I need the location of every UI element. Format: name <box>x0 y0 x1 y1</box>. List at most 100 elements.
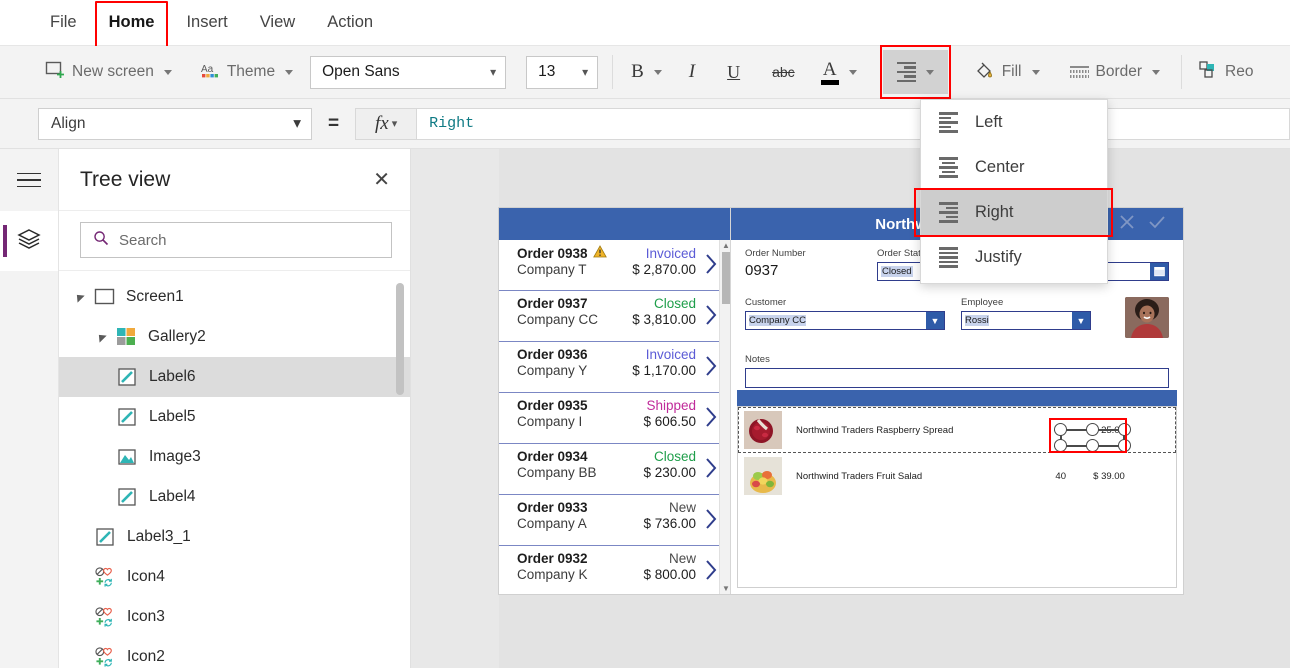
calendar-icon[interactable] <box>1150 263 1168 280</box>
resize-handle[interactable] <box>1054 423 1067 436</box>
chevron-right-icon[interactable] <box>705 457 718 479</box>
chevron-right-icon[interactable] <box>705 304 718 326</box>
tree-item-label: Label3_1 <box>127 528 191 545</box>
resize-handle[interactable] <box>1118 423 1131 436</box>
tree-scrollbar-thumb[interactable] <box>396 283 404 395</box>
align-option-right[interactable]: Right <box>914 188 1113 237</box>
expand-toggle-icon[interactable] <box>95 331 107 343</box>
tab-insert[interactable]: Insert <box>170 0 243 46</box>
chevron-right-icon[interactable] <box>705 253 718 275</box>
font-color-letter: A <box>822 58 837 80</box>
tree-item-screen1[interactable]: Screen1 <box>59 277 410 317</box>
align-option-center[interactable]: Center <box>921 145 1107 190</box>
chevron-right-icon[interactable] <box>705 559 718 581</box>
icons-icon <box>95 606 118 628</box>
resize-handle[interactable] <box>1054 439 1067 452</box>
order-detail-row[interactable]: Northwind Traders Fruit Salad 40 $ 39.00 <box>738 453 1176 499</box>
tab-view[interactable]: View <box>244 0 311 46</box>
order-number: Order 0937 <box>517 296 588 311</box>
close-icon[interactable]: ✕ <box>373 170 390 190</box>
font-size-select[interactable]: 13 ▾ <box>526 55 599 89</box>
resize-handle[interactable] <box>1086 423 1099 436</box>
bold-button[interactable]: B <box>620 50 673 94</box>
gallery-row[interactable]: Order 0937 Closed Company CC $ 3,810.00 <box>499 291 730 342</box>
align-justify-icon <box>939 247 958 268</box>
new-screen-button[interactable]: New screen <box>36 50 181 94</box>
reorder-button[interactable]: Reo <box>1189 50 1262 94</box>
gallery-row[interactable]: Order 0938 Invoiced Company T $ 2,870.00 <box>499 240 730 291</box>
align-center-icon <box>939 157 958 178</box>
property-select[interactable]: Align ▾ <box>38 107 312 140</box>
strikethrough-icon: abc <box>772 64 795 80</box>
screen-icon <box>94 286 117 308</box>
save-icon[interactable] <box>1147 212 1167 237</box>
expand-toggle-icon[interactable] <box>73 291 85 303</box>
align-option-left[interactable]: Left <box>921 100 1107 145</box>
underline-button[interactable]: U <box>711 50 756 94</box>
gallery-row[interactable]: Order 0935 Shipped Company I $ 606.50 <box>499 393 730 444</box>
search-icon <box>93 230 109 251</box>
font-family-value: Open Sans <box>322 63 400 80</box>
gallery-row[interactable]: Order 0932 New Company K $ 800.00 <box>499 546 730 594</box>
customer-dropdown[interactable]: Company CC ▼ <box>745 311 945 330</box>
search-input[interactable]: Search <box>80 222 392 258</box>
order-detail-row[interactable]: Northwind Traders Raspberry Spread 90 $ … <box>738 407 1176 453</box>
fill-button[interactable]: Fill <box>966 50 1049 94</box>
tree-item-icon3[interactable]: Icon3 <box>59 597 410 637</box>
chevron-right-icon[interactable] <box>705 406 718 428</box>
tree-item-label: Icon3 <box>127 608 165 625</box>
chevron-right-icon[interactable] <box>705 508 718 530</box>
gallery-row[interactable]: Order 0933 New Company A $ 736.00 <box>499 495 730 546</box>
scroll-down-icon[interactable]: ▼ <box>722 584 730 593</box>
tab-action[interactable]: Action <box>311 0 389 46</box>
tree-item-image3[interactable]: Image3 <box>59 437 410 477</box>
power-apps-studio: File Home Insert View Action New screen … <box>0 0 1290 668</box>
rail-item-tree-view[interactable] <box>0 211 58 271</box>
font-family-select[interactable]: Open Sans ▾ <box>310 55 507 89</box>
tab-home[interactable]: Home <box>93 0 171 48</box>
tree-item-label: Image3 <box>149 448 201 465</box>
tree-item-label4[interactable]: Label4 <box>59 477 410 517</box>
warning-icon <box>592 245 607 261</box>
gallery-scrollbar[interactable]: ▲ ▼ <box>719 240 730 594</box>
fx-expand-button[interactable]: fx ▾ <box>355 107 418 140</box>
tab-insert-label: Insert <box>186 13 228 31</box>
chevron-down-icon[interactable]: ▼ <box>926 312 944 329</box>
field-employee: Employee Rossi ▼ <box>961 297 1091 330</box>
customer-value: Company CC <box>749 315 807 326</box>
tree-item-label5[interactable]: Label5 <box>59 397 410 437</box>
resize-handle[interactable] <box>1086 439 1099 452</box>
notes-input[interactable] <box>745 368 1169 388</box>
scroll-up-icon[interactable]: ▲ <box>722 241 730 250</box>
theme-button[interactable]: Aa Theme <box>191 50 302 94</box>
employee-dropdown[interactable]: Rossi ▼ <box>961 311 1091 330</box>
border-button[interactable]: Border <box>1061 50 1170 94</box>
customer-label: Customer <box>745 297 787 308</box>
tree-item-icon2[interactable]: Icon2 <box>59 637 410 668</box>
gallery-row[interactable]: Order 0936 Invoiced Company Y $ 1,170.00 <box>499 342 730 393</box>
label-icon <box>117 486 140 508</box>
formula-input[interactable]: Right <box>417 107 1290 140</box>
tree-item-icon4[interactable]: Icon4 <box>59 557 410 597</box>
tree-item-label3-1[interactable]: Label3_1 <box>59 517 410 557</box>
company-name: Company I <box>517 414 583 429</box>
gallery-row[interactable]: Order 0934 Closed Company BB $ 230.00 <box>499 444 730 495</box>
strikethrough-button[interactable]: abc <box>756 50 811 94</box>
tab-file[interactable]: File <box>34 0 93 46</box>
company-name: Company A <box>517 516 587 531</box>
chevron-right-icon[interactable] <box>705 355 718 377</box>
cancel-icon[interactable] <box>1117 212 1137 237</box>
font-color-button[interactable]: A <box>811 50 867 94</box>
chevron-down-icon[interactable]: ▼ <box>1072 312 1090 329</box>
tree-item-label: Label6 <box>149 368 196 385</box>
align-option-justify[interactable]: Justify <box>921 235 1107 280</box>
tree-item-label6[interactable]: Label6 <box>59 357 410 397</box>
field-customer: Customer Company CC ▼ <box>745 297 945 330</box>
tree-item-gallery2[interactable]: Gallery2 <box>59 317 410 357</box>
text-align-button[interactable] <box>879 45 951 99</box>
chevron-down-icon <box>925 69 934 75</box>
hamburger-menu-button[interactable] <box>0 149 58 211</box>
resize-handle[interactable] <box>1118 439 1131 452</box>
gallery-scrollbar-thumb[interactable] <box>721 252 730 304</box>
italic-button[interactable]: I <box>673 50 711 94</box>
